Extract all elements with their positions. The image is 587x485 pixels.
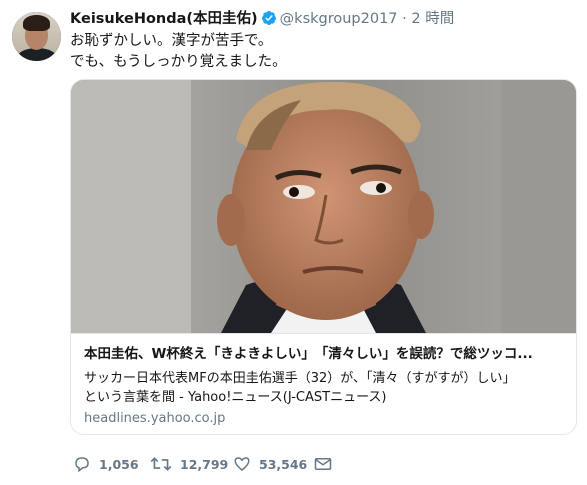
direct-message-button[interactable] xyxy=(314,453,332,475)
card-description-line: という言葉を間 - Yahoo!ニュース(J-CASTニュース) xyxy=(84,390,387,405)
verified-badge-icon xyxy=(261,10,277,32)
card-description-line: サッカー日本代表MFの本田圭佑選手（32）が、「清々（すがすが）しい」 xyxy=(84,371,516,386)
retweet-count: 12,799 xyxy=(180,456,229,472)
like-button[interactable]: 53,546 xyxy=(233,453,307,475)
tweet-text: お恥ずかしい。漢字が苦手で。 でも、もうしっかり覚えました。 xyxy=(70,31,287,73)
tweet-timestamp[interactable]: 2 時間 xyxy=(411,11,454,27)
separator-dot: · xyxy=(402,11,407,27)
card-title[interactable]: 本田圭佑、W杯終え「きよきよしい」 「清々しい」を誤読？で総ツッコ... xyxy=(84,344,533,364)
tweet-text-line: お恥ずかしい。漢字が苦手で。 xyxy=(70,33,273,49)
card-body[interactable]: 本田圭佑、W杯終え「きよきよしい」 「清々しい」を誤読？で総ツッコ... サッカ… xyxy=(71,333,576,434)
link-card[interactable]: 本田圭佑、W杯終え「きよきよしい」 「清々しい」を誤読？で総ツッコ... サッカ… xyxy=(70,79,577,435)
user-handle[interactable]: @kskgroup2017 xyxy=(280,11,398,27)
display-name[interactable]: KeisukeHonda(本田圭佑) xyxy=(70,11,258,27)
like-count: 53,546 xyxy=(259,456,308,472)
tweet-actions: 1,056 12,799 53,546 xyxy=(70,453,370,475)
card-domain: headlines.yahoo.co.jp xyxy=(84,411,226,426)
retweet-icon xyxy=(150,455,172,473)
card-description: サッカー日本代表MFの本田圭佑選手（32）が、「清々（すがすが）しい」 という言… xyxy=(84,369,515,407)
envelope-icon xyxy=(314,456,332,472)
heart-icon xyxy=(233,455,251,473)
reply-button[interactable]: 1,056 xyxy=(73,453,139,475)
tweet-header: KeisukeHonda(本田圭佑) @kskgroup2017 · 2 時間 xyxy=(70,9,454,32)
card-image[interactable] xyxy=(71,80,576,333)
tweet-text-line: でも、もうしっかり覚えました。 xyxy=(70,54,287,70)
reply-count: 1,056 xyxy=(99,456,139,472)
reply-icon xyxy=(73,455,91,473)
avatar[interactable] xyxy=(12,12,61,61)
retweet-button[interactable]: 12,799 xyxy=(150,453,228,475)
